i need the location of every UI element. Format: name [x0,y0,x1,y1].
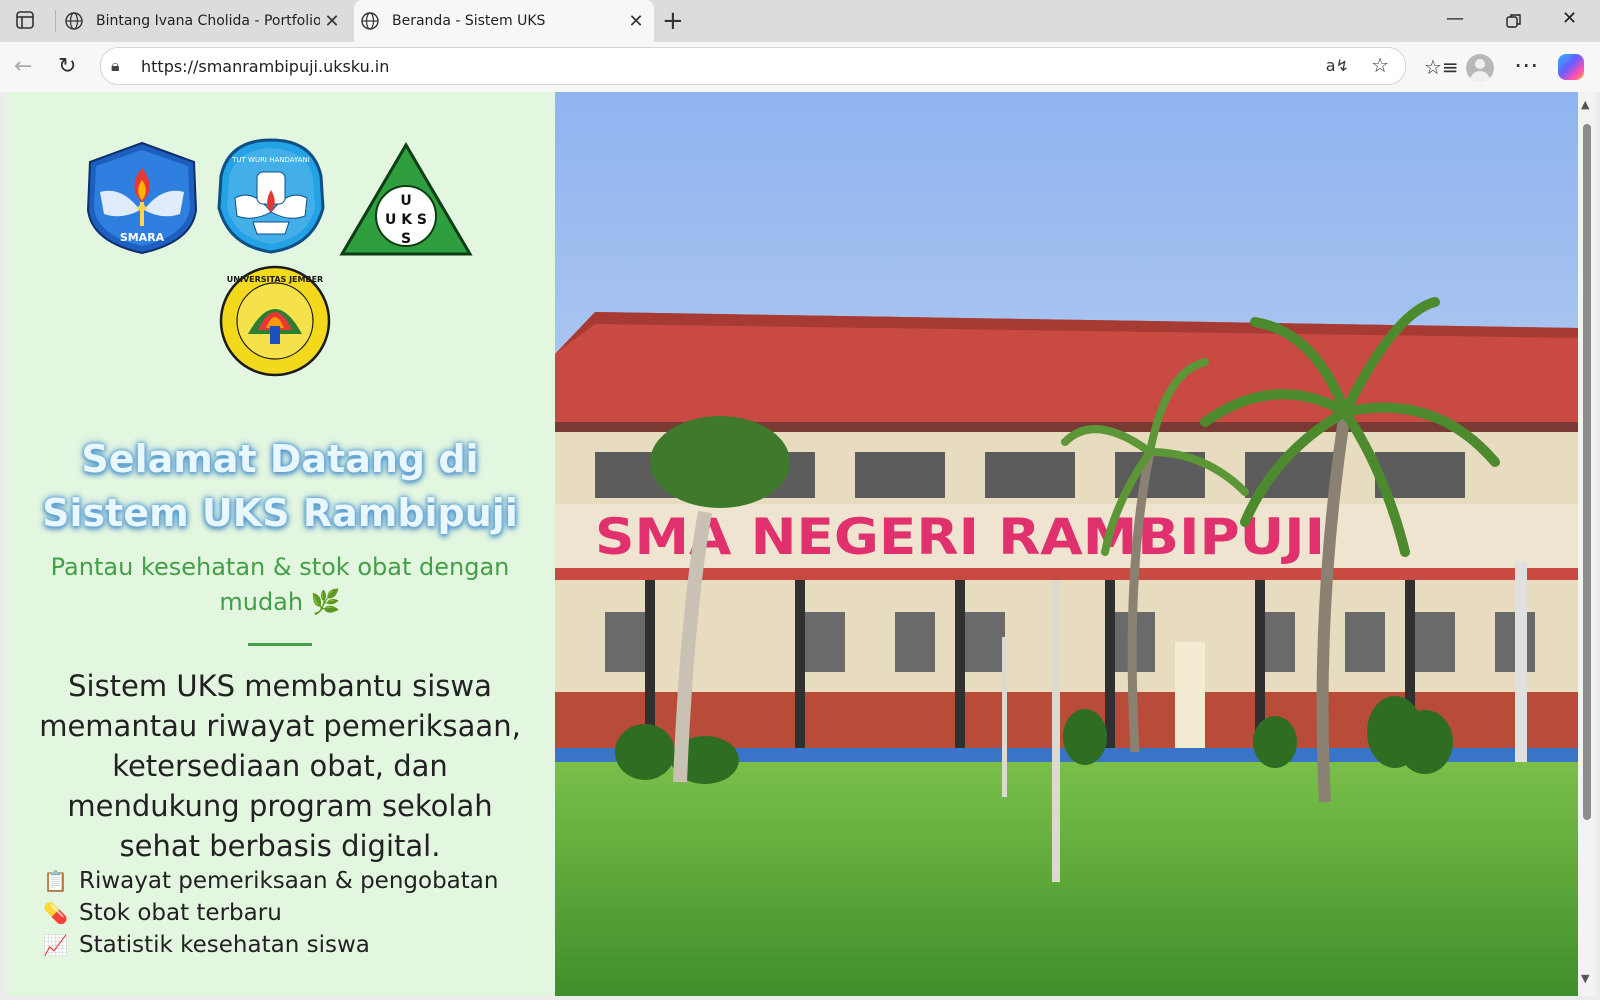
tab-actions-icon[interactable] [16,11,34,29]
school-building-photo: SMA NEGERI RAMBIPUJI [555,92,1578,996]
lock-icon[interactable]: 🔒︎ [111,56,120,76]
url-text[interactable]: https://smanrambipuji.uksku.in [141,57,389,76]
scroll-down-arrow-icon[interactable]: ▼ [1581,972,1589,985]
svg-text:S: S [401,231,411,247]
system-description: Sistem UKS membantu siswa memantau riway… [39,669,521,863]
feature-label: Stok obat terbaru [79,900,282,926]
feature-list: 📋 Riwayat pemeriksaan & pengobatan 💊 Sto… [43,865,523,961]
scrollbar-thumb[interactable] [1583,124,1591,820]
feature-label: Statistik kesehatan siswa [79,932,370,958]
chart-increasing-icon: 📈 [43,933,68,957]
smara-logo-text: SMARA [120,231,165,244]
back-arrow-icon[interactable]: ← [14,54,32,79]
close-tab-icon[interactable]: ✕ [320,11,344,32]
tut-wuri-logo-text: TUT WURI HANDAYANI [231,156,310,164]
section-divider [248,643,312,646]
feature-item: 📈 Statistik kesehatan siswa [43,929,523,961]
new-tab-button[interactable]: + [662,6,684,36]
welcome-subtitle: Pantau kesehatan & stok obat dengan muda… [50,553,510,616]
unej-logo-text: UNIVERSITAS JEMBER [227,275,323,284]
minimize-icon[interactable]: — [1446,8,1464,29]
globe-icon [65,12,83,30]
tab-beranda[interactable]: Beranda - Sistem UKS ✕ [354,0,654,42]
smara-logo: SMARA [86,141,198,255]
feature-item: 📋 Riwayat pemeriksaan & pengobatan [43,865,523,897]
welcome-panel: SMARA TUT WURI HANDAYANI U U K S S UNIVE… [5,92,555,996]
feature-label: Riwayat pemeriksaan & pengobatan [79,868,499,894]
close-window-icon[interactable]: ✕ [1562,8,1577,29]
address-bar[interactable]: 🔒︎ https://smanrambipuji.uksku.in a↯ ☆ [100,47,1406,85]
tab-separator [55,10,56,32]
pill-icon: 💊 [43,901,68,925]
profile-avatar[interactable] [1466,54,1494,82]
tab-title: Bintang Ivana Cholida - Portfolio [96,13,320,29]
universitas-jember-logo: UNIVERSITAS JEMBER [219,265,331,377]
tab-portfolio[interactable]: Bintang Ivana Cholida - Portfolio ✕ [58,0,350,42]
clipboard-icon: 📋 [43,869,68,893]
restore-icon[interactable] [1506,13,1522,29]
page-viewport: SMARA TUT WURI HANDAYANI U U K S S UNIVE… [5,92,1578,996]
refresh-icon[interactable]: ↻ [58,54,76,79]
browser-toolbar: ← ↻ 🔒︎ https://smanrambipuji.uksku.in a↯… [0,42,1600,92]
favorite-star-icon[interactable]: ☆ [1371,53,1389,77]
copilot-icon[interactable] [1558,54,1584,80]
globe-icon [361,12,379,30]
welcome-title: Selamat Datang di Sistem UKS Rambipuji [42,437,518,535]
svg-text:U: U [400,193,411,209]
uks-logo-text: U K S [385,212,427,228]
read-aloud-icon[interactable]: a↯ [1326,56,1349,75]
tut-wuri-handayani-logo: TUT WURI HANDAYANI [217,138,325,254]
uks-logo: U U K S S [339,142,473,256]
favorites-icon[interactable]: ☆≡ [1424,55,1459,79]
browser-tab-bar: Bintang Ivana Cholida - Portfolio ✕ Bera… [0,0,1600,42]
vertical-scrollbar[interactable]: ▲ ▼ [1578,92,1596,996]
more-menu-icon[interactable]: ⋯ [1514,51,1538,79]
feature-item: 💊 Stok obat terbaru [43,897,523,929]
close-tab-icon[interactable]: ✕ [624,11,648,32]
tab-title: Beranda - Sistem UKS [392,13,546,29]
scroll-up-arrow-icon[interactable]: ▲ [1581,98,1589,111]
